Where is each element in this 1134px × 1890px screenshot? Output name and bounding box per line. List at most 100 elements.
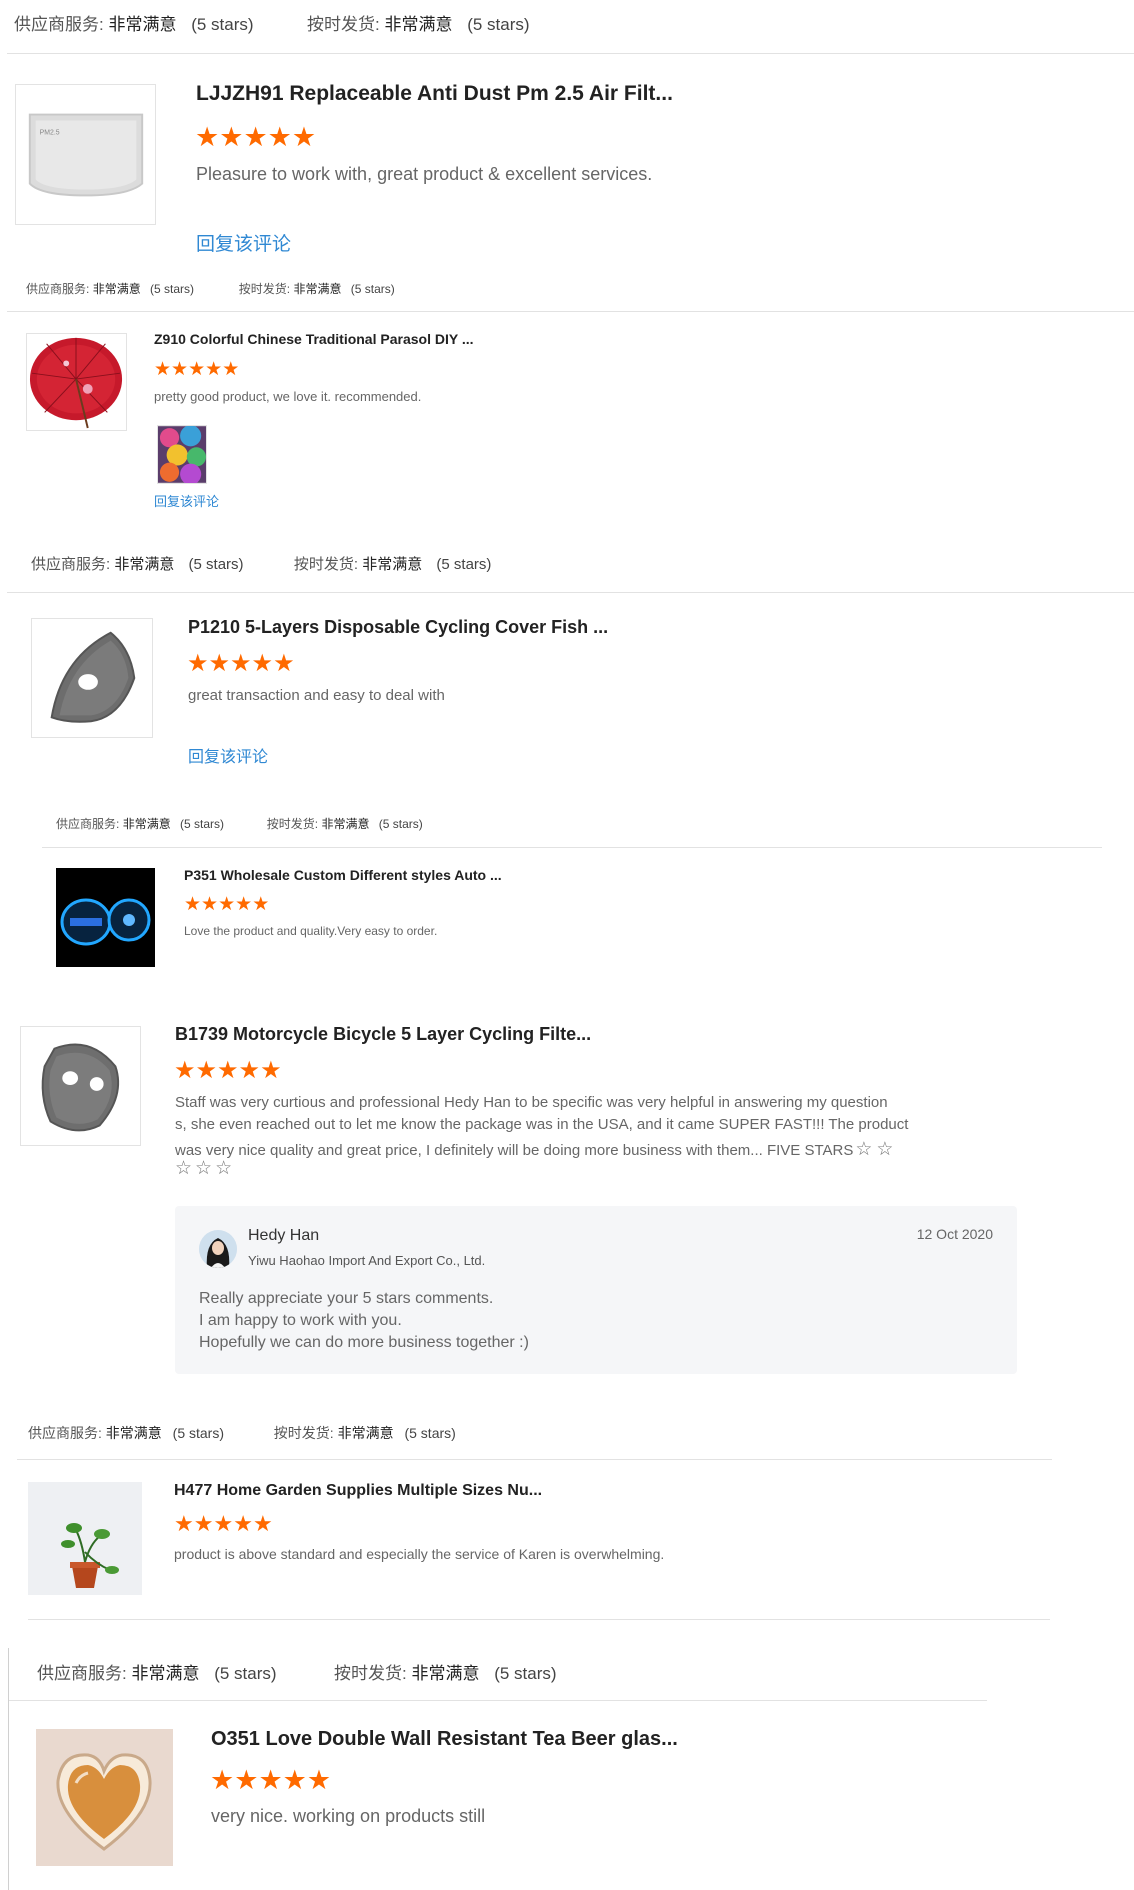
- potted-plant-image: [28, 1482, 142, 1595]
- star-icon: ★: [222, 359, 240, 380]
- cycling-mask-filter-image: [21, 1027, 140, 1145]
- product-title[interactable]: O351 Love Double Wall Resistant Tea Beer…: [211, 1728, 678, 1751]
- service-stars-text: (5 stars): [180, 817, 225, 831]
- review-comment: Love the product and quality.Very easy t…: [184, 924, 438, 938]
- review-comment: Pleasure to work with, great product & e…: [196, 164, 653, 184]
- delivery-stars-text: (5 stars): [436, 556, 492, 573]
- review-comment-text: was very nice quality and great price, I…: [175, 1142, 854, 1159]
- star-icon: ★: [282, 1765, 307, 1795]
- review-comment: pretty good product, we love it. recomme…: [154, 389, 422, 404]
- delivery-label: 按时发货:: [266, 817, 319, 831]
- service-stars-text: (5 stars): [191, 15, 254, 34]
- delivery-label: 按时发货:: [307, 15, 380, 34]
- delivery-stars-text: (5 stars): [494, 1664, 557, 1683]
- star-rating: ★ ★ ★ ★ ★: [184, 895, 269, 914]
- reply-review-link[interactable]: 回复该评论: [154, 491, 219, 510]
- product-title[interactable]: H477 Home Garden Supplies Multiple Sizes…: [174, 1482, 542, 1500]
- product-title[interactable]: P351 Wholesale Custom Different styles A…: [184, 867, 502, 883]
- service-value: 非常满意: [114, 556, 175, 573]
- review-comment: great transaction and easy to deal with: [188, 687, 445, 704]
- star-icon: ★: [171, 359, 189, 380]
- person-avatar-icon: [199, 1230, 237, 1268]
- star-icon: ★: [208, 650, 231, 677]
- outline-star-icon: ☆: [855, 1139, 873, 1160]
- delivery-stars-text: (5 stars): [378, 817, 423, 831]
- product-title[interactable]: Z910 Colorful Chinese Traditional Paraso…: [154, 331, 474, 347]
- divider: [7, 53, 1134, 54]
- star-icon: ★: [258, 1765, 283, 1795]
- star-icon: ★: [174, 1057, 196, 1084]
- divider: [9, 1700, 987, 1701]
- star-icon: ★: [230, 650, 252, 677]
- divider: [42, 847, 1102, 848]
- star-icon: ★: [195, 122, 220, 152]
- star-icon: ★: [273, 650, 295, 677]
- star-icon: ★: [234, 1765, 259, 1795]
- divider: [17, 1459, 1052, 1460]
- service-value: 非常满意: [92, 282, 141, 296]
- star-rating: ★ ★ ★ ★ ★: [174, 1513, 273, 1535]
- rating-summary: 供应商服务: 非常满意 (5 stars) 按时发货: 非常满意 (5 star…: [31, 553, 491, 574]
- service-label: 供应商服务:: [56, 817, 120, 831]
- product-title[interactable]: P1210 5-Layers Disposable Cycling Cover …: [188, 617, 608, 638]
- delivery-value: 非常满意: [321, 817, 370, 831]
- star-rating: ★ ★ ★ ★ ★: [174, 1059, 282, 1083]
- rating-summary: 供应商服务: 非常满意 (5 stars) 按时发货: 非常满意 (5 star…: [56, 815, 423, 832]
- star-rating: ★ ★ ★ ★ ★: [187, 652, 295, 676]
- star-icon: ★: [251, 650, 274, 677]
- review-photo[interactable]: [157, 425, 207, 484]
- product-thumbnail[interactable]: [31, 618, 153, 738]
- reply-text-line: I am happy to work with you.: [199, 1312, 402, 1329]
- avatar: [199, 1230, 237, 1268]
- delivery-value: 非常满意: [384, 15, 453, 34]
- delivery-value: 非常满意: [411, 1664, 480, 1683]
- star-icon: ★: [154, 359, 172, 380]
- red-parasol-image: [27, 334, 126, 430]
- star-rating: ★ ★ ★ ★ ★: [195, 124, 316, 151]
- star-icon: ★: [205, 359, 223, 380]
- star-icon: ★: [267, 122, 292, 152]
- star-icon: ★: [252, 1511, 273, 1536]
- service-stars-text: (5 stars): [172, 1425, 225, 1441]
- svg-text:PM2.5: PM2.5: [40, 129, 60, 136]
- product-title[interactable]: B1739 Motorcycle Bicycle 5 Layer Cycling…: [175, 1024, 591, 1045]
- product-thumbnail[interactable]: PM2.5: [15, 84, 156, 225]
- star-icon: ★: [291, 122, 317, 152]
- star-icon: ★: [235, 894, 253, 915]
- product-thumbnail: [28, 1482, 142, 1595]
- reply-review-link[interactable]: 回复该评论: [196, 229, 291, 256]
- outline-star-icon: ☆: [876, 1139, 894, 1160]
- heart-glass-cup-image: [36, 1729, 173, 1866]
- reply-author-name: Hedy Han: [248, 1227, 320, 1244]
- delivery-label: 按时发货:: [334, 1664, 407, 1683]
- service-label: 供应商服务:: [37, 1664, 127, 1683]
- led-coaster-image: [56, 868, 155, 967]
- rating-summary: 供应商服务: 非常满意 (5 stars) 按时发货: 非常满意 (5 star…: [37, 1659, 557, 1684]
- delivery-value: 非常满意: [362, 556, 423, 573]
- product-thumbnail[interactable]: [20, 1026, 141, 1146]
- service-label: 供应商服务:: [14, 15, 104, 34]
- review-comment-line: was very nice quality and great price, I…: [175, 1138, 893, 1161]
- service-value: 非常满意: [122, 817, 171, 831]
- reply-review-link[interactable]: 回复该评论: [188, 743, 268, 767]
- review-comment: very nice. working on products still: [211, 1806, 486, 1826]
- star-icon: ★: [213, 1511, 234, 1536]
- reply-company: Yiwu Haohao Import And Export Co., Ltd.: [248, 1253, 486, 1268]
- service-label: 供应商服务:: [28, 1425, 102, 1441]
- outline-star-icon: ☆: [215, 1158, 233, 1179]
- outline-star-icon: ☆: [175, 1158, 193, 1179]
- reply-text-line: Really appreciate your 5 stars comments.: [199, 1290, 494, 1307]
- product-title[interactable]: LJJZH91 Replaceable Anti Dust Pm 2.5 Air…: [196, 82, 673, 106]
- delivery-value: 非常满意: [337, 1425, 394, 1441]
- star-rating: ★ ★ ★ ★ ★: [154, 360, 239, 379]
- product-thumbnail[interactable]: [26, 333, 127, 431]
- outline-star-icon: ☆: [195, 1158, 213, 1179]
- star-icon: ★: [306, 1765, 332, 1795]
- star-icon: ★: [184, 894, 202, 915]
- delivery-label: 按时发货:: [293, 556, 359, 573]
- product-thumbnail[interactable]: [56, 868, 155, 967]
- star-icon: ★: [217, 1057, 239, 1084]
- star-icon: ★: [243, 122, 268, 152]
- rating-summary: 供应商服务: 非常满意 (5 stars) 按时发货: 非常满意 (5 star…: [26, 280, 395, 297]
- mask-filter-image: [32, 619, 152, 737]
